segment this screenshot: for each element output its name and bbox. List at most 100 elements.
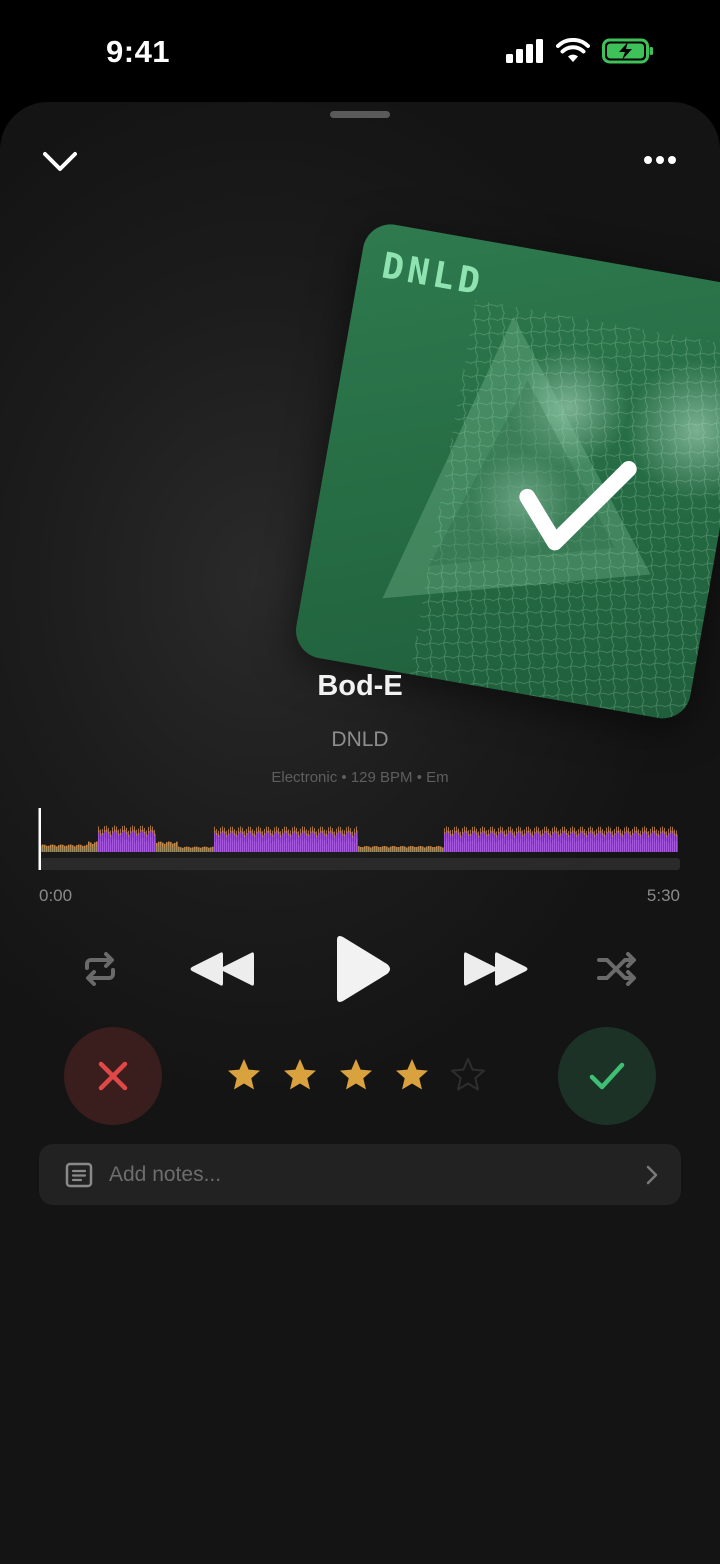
waveform-bar-inner: [76, 847, 78, 852]
waveform-bar-highlight: [344, 830, 345, 837]
waveform-bar-inner: [296, 839, 298, 852]
waveform-scrubber[interactable]: [38, 808, 682, 876]
waveform-bar-inner: [358, 848, 360, 852]
waveform-bar-inner: [312, 842, 314, 852]
waveform-bar-highlight: [558, 830, 559, 837]
sheet-grabber[interactable]: [330, 111, 390, 118]
waveform-bar-highlight: [588, 827, 589, 834]
star-filled-icon[interactable]: [226, 1057, 262, 1093]
waveform-bar-inner: [184, 848, 186, 852]
playhead[interactable]: [38, 808, 42, 870]
waveform-bar-inner: [70, 847, 72, 852]
waveform-bar-inner: [476, 842, 478, 852]
waveform-bar-highlight: [140, 826, 141, 833]
waveform-bar-inner: [324, 840, 326, 852]
rewind-button[interactable]: [186, 946, 256, 992]
waveform-bar-highlight: [600, 826, 601, 833]
waveform-bar-highlight: [474, 826, 475, 833]
star-rating[interactable]: [226, 1057, 506, 1097]
waveform-bar-highlight: [130, 827, 131, 834]
waveform-bar-highlight: [640, 830, 641, 837]
waveform-bar-highlight: [462, 828, 463, 835]
waveform-bar-highlight: [666, 831, 667, 838]
waveform-bar-inner: [444, 840, 446, 852]
accept-button[interactable]: [558, 1027, 656, 1125]
waveform-bar-highlight: [350, 828, 351, 835]
waveform-bar-highlight: [506, 829, 507, 836]
waveform-bar-highlight: [246, 829, 247, 836]
waveform-bar-highlight: [446, 826, 447, 833]
track-artist[interactable]: DNLD: [0, 728, 720, 752]
collapse-button[interactable]: [40, 144, 80, 176]
waveform-bar-inner: [482, 838, 484, 852]
waveform-bar-highlight: [142, 825, 143, 832]
waveform-bar-inner: [144, 841, 146, 852]
more-options-button[interactable]: [638, 148, 682, 172]
star-empty-icon[interactable]: [450, 1057, 486, 1093]
waveform-bar-highlight: [576, 830, 577, 837]
reject-button[interactable]: [64, 1027, 162, 1125]
waveform-bar-inner: [298, 844, 300, 852]
waveform-bar-highlight: [332, 828, 333, 835]
waveform-bar-inner: [212, 848, 214, 852]
notes-field[interactable]: Add notes...: [39, 1144, 681, 1205]
waveform-bar-inner: [578, 841, 580, 852]
waveform-bar-highlight: [624, 827, 625, 834]
waveform-bar-highlight: [604, 830, 605, 837]
waveform-bar-highlight: [646, 827, 647, 834]
waveform-bar-inner: [386, 848, 388, 852]
star-filled-icon[interactable]: [282, 1057, 318, 1093]
waveform-bar-inner: [450, 840, 452, 852]
waveform-bar-inner: [604, 841, 606, 852]
waveform-bar-inner: [480, 841, 482, 852]
waveform-bar-highlight: [316, 831, 317, 838]
play-icon: [337, 936, 390, 1002]
waveform-bar-inner: [424, 849, 426, 852]
fast-forward-button[interactable]: [462, 946, 532, 992]
waveform-bar-inner: [506, 840, 508, 852]
waveform-bar-highlight: [122, 826, 123, 833]
waveform-bar-inner: [44, 847, 46, 852]
waveform-bar-inner: [162, 847, 164, 852]
waveform-bar-highlight: [484, 827, 485, 834]
waveform-bar-inner: [178, 848, 180, 852]
play-button[interactable]: [326, 932, 396, 1006]
waveform-bar-inner: [642, 838, 644, 852]
waveform-bar-inner: [668, 843, 670, 852]
waveform-bar-inner: [510, 839, 512, 852]
waveform-bar-highlight: [480, 828, 481, 835]
waveform-bar-inner: [464, 838, 466, 852]
waveform-bar-inner: [318, 840, 320, 852]
waveform-bar-inner: [364, 849, 366, 852]
waveform-bar-inner: [566, 840, 568, 852]
waveform-bar-inner: [174, 846, 176, 852]
waveform-bar-inner: [140, 838, 142, 852]
waveform-bar-inner: [290, 841, 292, 852]
waveform-bar-inner: [472, 840, 474, 852]
waveform-bar-inner: [278, 840, 280, 852]
waveform-bar-highlight: [114, 825, 115, 832]
waveform-bar-highlight: [132, 825, 133, 832]
star-filled-icon[interactable]: [338, 1057, 374, 1093]
status-bar: 9:41: [0, 0, 720, 100]
waveform-bar-inner: [390, 848, 392, 852]
shuffle-button[interactable]: [596, 949, 640, 989]
repeat-button[interactable]: [80, 949, 120, 989]
waveform-bar-inner: [210, 849, 212, 852]
waveform-bar-highlight: [552, 827, 553, 834]
waveform-bar-inner: [674, 840, 676, 852]
waveform-bar-inner: [362, 848, 364, 852]
waveform-bar-inner: [42, 847, 44, 852]
waveform-bar-highlight: [658, 830, 659, 837]
waveform-bar-inner: [244, 840, 246, 852]
signal-icon: [506, 39, 543, 63]
waveform-bar-inner: [92, 848, 94, 852]
waveform-bar-inner: [458, 841, 460, 852]
waveform-bar-highlight: [278, 827, 279, 834]
waveform-bar-highlight: [538, 827, 539, 834]
waveform-bar-inner: [428, 848, 430, 852]
waveform-bar-inner: [370, 849, 372, 852]
waveform-bar-inner: [264, 840, 266, 852]
waveform-bar-inner: [226, 841, 228, 852]
star-filled-icon[interactable]: [394, 1057, 430, 1093]
